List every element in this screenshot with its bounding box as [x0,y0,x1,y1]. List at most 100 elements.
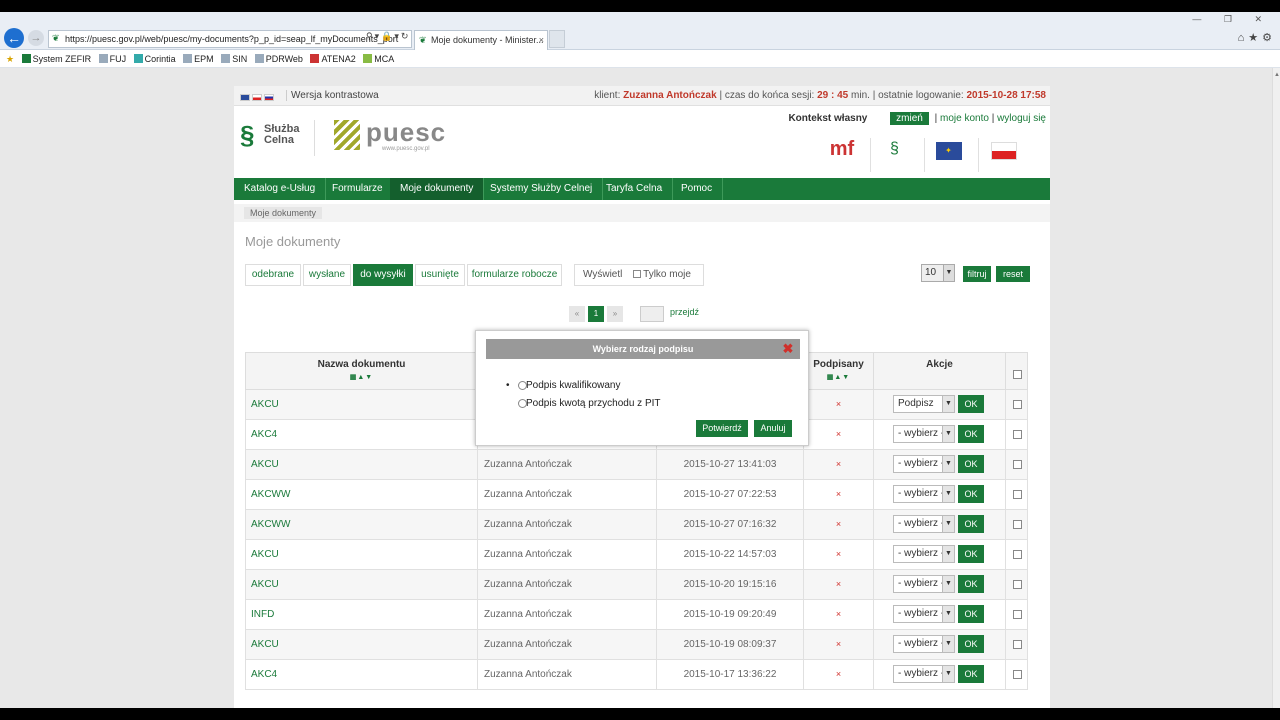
row-checkbox[interactable] [1013,609,1022,619]
ok-button[interactable]: OK [958,485,984,504]
sort-icon[interactable]: ▦▲▼ [246,373,477,381]
action-select[interactable]: - wybierz - ▼ [893,605,955,624]
back-arrow-icon[interactable]: ← [4,28,24,48]
ok-button[interactable]: OK [958,395,984,414]
row-checkbox[interactable] [1013,579,1022,589]
puesc-logo[interactable]: puesc www.puesc.gov.pl [334,116,484,160]
page-scrollbar[interactable]: ▲ [1272,68,1280,708]
action-select[interactable]: Podpisz ▼ [893,395,955,414]
row-checkbox[interactable] [1013,519,1022,529]
option-qualified[interactable]: • Podpis kwalifikowany [506,377,661,395]
eu-flag-logo[interactable]: ✦ [924,138,972,172]
document-name-link[interactable]: INFD [246,600,478,629]
pager-current[interactable]: 1 [588,306,604,322]
action-select[interactable]: - wybierz - ▼ [893,455,955,474]
tab-wyslane[interactable]: wysłane [303,264,351,286]
document-name-link[interactable]: AKCU [246,450,478,479]
pager-next[interactable]: » [607,306,623,322]
document-name-link[interactable]: AKCU [246,390,478,419]
language-flags[interactable] [240,92,276,104]
favorite-link[interactable]: EPM [183,50,214,68]
sort-icon[interactable]: ▦▲▼ [804,373,873,381]
nav-katalog[interactable]: Katalog e-Usług [234,178,327,200]
option-pit[interactable]: •Podpis kwotą przychodu z PIT [506,395,661,413]
header-select-all[interactable] [1006,353,1028,391]
flag-pl-icon[interactable] [252,94,262,101]
ok-button[interactable]: OK [958,545,984,564]
document-name-link[interactable]: AKCU [246,570,478,599]
document-name-link[interactable]: AKCWW [246,480,478,509]
scroll-up-icon[interactable]: ▲ [1274,72,1280,78]
tab-usuniete[interactable]: usunięte [415,264,465,286]
pager-prev[interactable]: « [569,306,585,322]
confirm-button[interactable]: Potwierdź [696,420,748,437]
browser-toolbar-icons[interactable]: ⌂★⚙ [1238,31,1276,44]
tab-close-icon[interactable]: × [539,31,544,49]
breadcrumb-item[interactable]: Moje dokumenty [244,207,323,219]
nav-systemy[interactable]: Systemy Służby Celnej [480,178,604,200]
action-select[interactable]: - wybierz - ▼ [893,635,955,654]
nav-taryfa[interactable]: Taryfa Celna [596,178,674,200]
action-select[interactable]: - wybierz - ▼ [893,425,955,444]
address-bar-icons[interactable]: ⚲▾🔒▾↻ [366,31,410,42]
header-name[interactable]: Nazwa dokumentu ▦▲▼ [246,353,478,391]
radio-qualified[interactable] [518,381,527,390]
nav-formularze[interactable]: Formularze [322,178,394,200]
ministry-finance-logo[interactable]: mf [820,138,864,172]
document-name-link[interactable]: AKC4 [246,660,478,689]
row-checkbox[interactable] [1013,669,1022,679]
browser-tab-active[interactable]: ❦ Moje dokumenty - Minister... × [414,30,548,50]
ok-button[interactable]: OK [958,635,984,654]
reset-button[interactable]: reset [996,266,1030,282]
favorite-link[interactable]: System ZEFIR [21,50,91,68]
favorites-star-icon[interactable]: ★ [6,50,14,68]
action-select[interactable]: - wybierz - ▼ [893,575,955,594]
select-all-checkbox[interactable] [1012,369,1022,379]
ok-button[interactable]: OK [958,575,984,594]
document-name-link[interactable]: AKCWW [246,510,478,539]
ok-button[interactable]: OK [958,515,984,534]
sluzba-celna-small-logo[interactable]: § [870,138,918,172]
ok-button[interactable]: OK [958,605,984,624]
action-select[interactable]: - wybierz - ▼ [893,485,955,504]
favorite-link[interactable]: FUJ [98,50,126,68]
close-icon[interactable]: ✖ [782,342,794,355]
row-checkbox[interactable] [1013,429,1022,439]
row-checkbox[interactable] [1013,549,1022,559]
goto-page-input[interactable] [640,306,664,322]
contrast-link[interactable]: Wersja kontrastowa [286,90,379,101]
per-page-select[interactable]: 10 ▼ [921,264,955,282]
tab-formularze-robocze[interactable]: formularze robocze [467,264,562,286]
favorite-link[interactable]: ATENA2 [310,50,356,68]
window-controls[interactable]: — ❐ ✕ [1192,14,1272,25]
flag-en-icon[interactable] [240,94,250,101]
my-account-link[interactable]: moje konto [940,113,989,124]
row-checkbox[interactable] [1013,639,1022,649]
document-name-link[interactable]: AKC4 [246,420,478,449]
change-context-button[interactable]: zmień [890,112,929,125]
favorite-link[interactable]: Corintia [133,50,176,68]
favorite-link[interactable]: SIN [221,50,247,68]
logout-link[interactable]: wyloguj się [997,113,1046,124]
pl-flag-logo[interactable] [978,138,1028,172]
nav-pomoc[interactable]: Pomoc [671,178,724,200]
row-checkbox[interactable] [1013,459,1022,469]
action-select[interactable]: - wybierz - ▼ [893,515,955,534]
document-name-link[interactable]: AKCU [246,630,478,659]
tab-do-wysylki[interactable]: do wysyłki [353,264,413,286]
action-select[interactable]: - wybierz - ▼ [893,545,955,564]
filter-button[interactable]: filtruj [963,266,991,282]
radio-pit[interactable] [518,399,527,408]
action-select[interactable]: - wybierz - ▼ [893,665,955,684]
only-mine-checkbox[interactable] [633,270,642,278]
forward-arrow-icon[interactable]: → [28,30,44,46]
header-signed[interactable]: Podpisany ▦▲▼ [804,353,874,391]
goto-page-link[interactable]: przejdź [670,307,699,317]
cancel-button[interactable]: Anuluj [754,420,792,437]
flag-ru-icon[interactable] [264,94,274,101]
row-checkbox[interactable] [1013,399,1022,409]
ok-button[interactable]: OK [958,425,984,444]
address-bar[interactable]: ❦ https://puesc.gov.pl/web/puesc/my-docu… [48,30,412,48]
row-checkbox[interactable] [1013,489,1022,499]
sluzba-celna-logo[interactable]: § Służba Celna [240,118,310,158]
